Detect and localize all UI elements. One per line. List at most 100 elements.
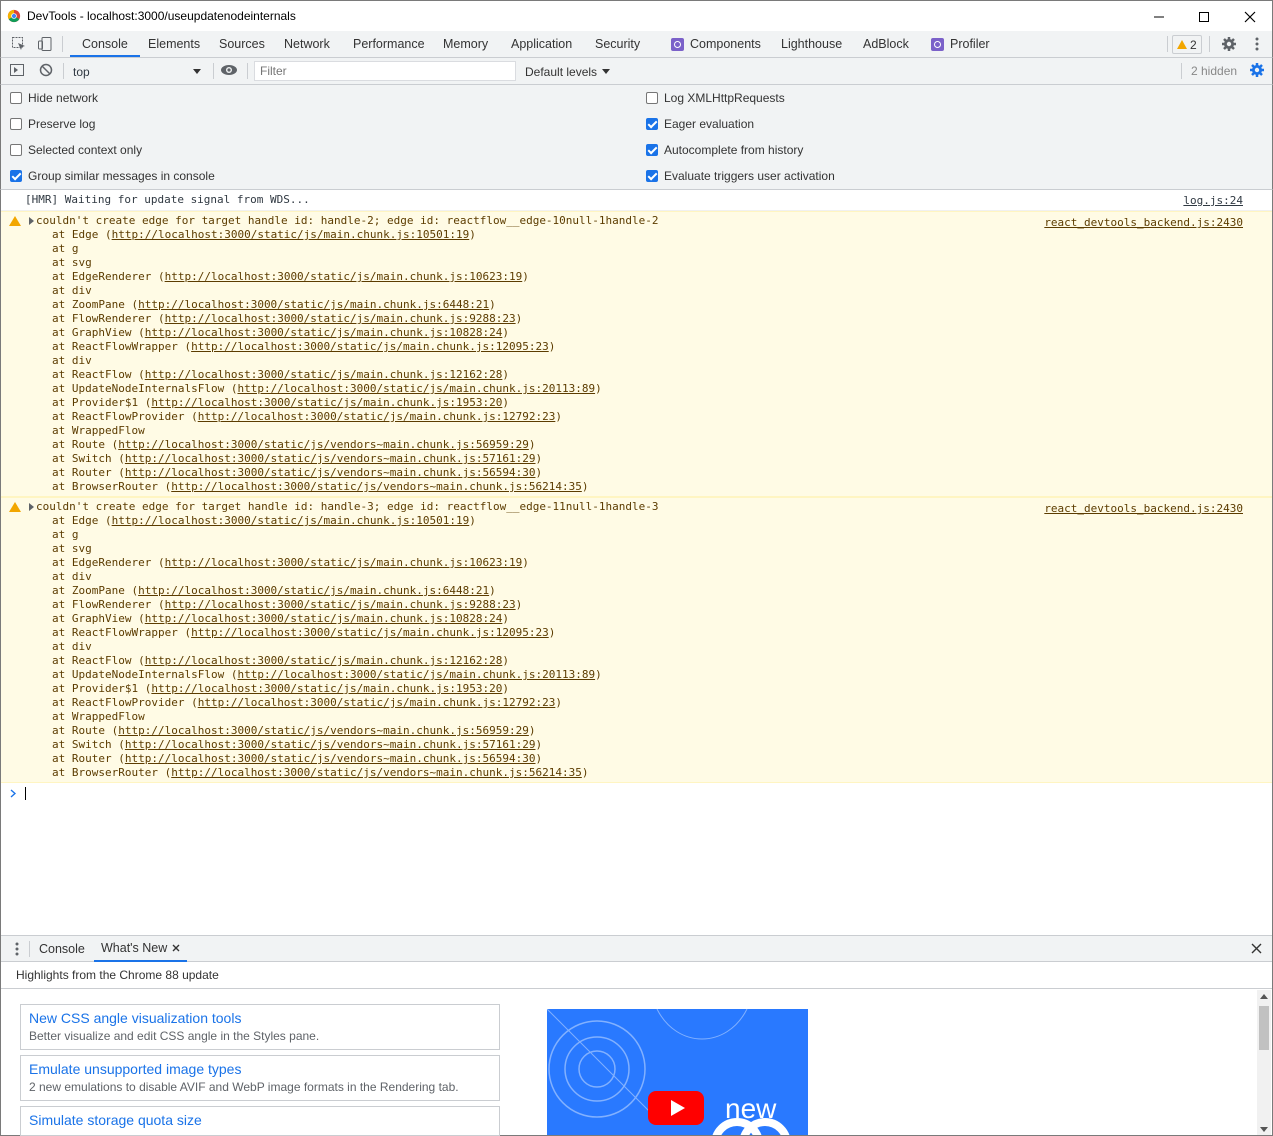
stack-frame-link[interactable]: http://localhost:3000/static/js/main.chu… <box>165 556 523 569</box>
paren: ( <box>111 738 125 751</box>
eye-icon <box>221 65 237 75</box>
autocomplete-history-checkbox[interactable]: Autocomplete from history <box>646 143 803 157</box>
play-button[interactable] <box>648 1091 704 1125</box>
scrollbar-thumb[interactable] <box>1259 1006 1269 1050</box>
stack-frame-link[interactable]: http://localhost:3000/static/js/main.chu… <box>145 368 503 381</box>
stack-frame-link[interactable]: http://localhost:3000/static/js/vendors~… <box>171 766 582 779</box>
stack-frame-link[interactable]: http://localhost:3000/static/js/vendors~… <box>125 752 536 765</box>
log-levels-dropdown[interactable]: Default levels <box>525 62 611 81</box>
stack-frame-link[interactable]: http://localhost:3000/static/js/vendors~… <box>171 480 582 493</box>
expand-triangle-icon[interactable] <box>29 503 34 511</box>
stack-frame-link[interactable]: http://localhost:3000/static/js/main.chu… <box>237 668 595 681</box>
settings-button[interactable] <box>1219 35 1239 53</box>
close-tab-icon[interactable] <box>172 944 180 952</box>
stack-frame-link[interactable]: http://localhost:3000/static/js/main.chu… <box>145 612 503 625</box>
tab-elements[interactable]: Elements <box>148 31 200 57</box>
drawer-tab-console[interactable]: Console <box>39 936 85 962</box>
message-source-link[interactable]: log.js:24 <box>1183 194 1243 207</box>
checkbox-box[interactable] <box>10 144 22 156</box>
tab-console[interactable]: Console <box>70 31 140 57</box>
stack-frame-link[interactable]: http://localhost:3000/static/js/vendors~… <box>125 738 536 751</box>
inspect-element-button[interactable] <box>9 35 29 53</box>
stack-frame-link[interactable]: http://localhost:3000/static/js/main.chu… <box>145 654 503 667</box>
eager-evaluation-checkbox[interactable]: Eager evaluation <box>646 117 754 131</box>
tab-lighthouse[interactable]: Lighthouse <box>781 31 842 57</box>
live-expression-button[interactable] <box>219 61 239 79</box>
whats-new-card[interactable]: New CSS angle visualization tools Better… <box>20 1004 500 1050</box>
checkbox-box[interactable] <box>10 92 22 104</box>
paren: ( <box>131 368 145 381</box>
checkbox-box[interactable] <box>646 92 658 104</box>
stack-frame-prefix: at <box>52 424 72 437</box>
scroll-up-arrow[interactable] <box>1257 990 1271 1002</box>
drawer-tab-whats-new[interactable]: What's New <box>94 936 188 962</box>
stack-frame-link[interactable]: http://localhost:3000/static/js/main.chu… <box>237 382 595 395</box>
tab-components[interactable]: Components <box>671 31 761 57</box>
checkbox-box[interactable] <box>10 118 22 130</box>
paren: ) <box>555 696 562 709</box>
evaluate-triggers-checkbox[interactable]: Evaluate triggers user activation <box>646 169 835 183</box>
checkbox-box-checked[interactable] <box>646 170 658 182</box>
drawer-menu-button[interactable] <box>15 942 19 959</box>
checkbox-box-checked[interactable] <box>10 170 22 182</box>
selected-context-only-checkbox[interactable]: Selected context only <box>10 143 142 157</box>
message-source-link[interactable]: react_devtools_backend.js:2430 <box>1044 502 1243 515</box>
stack-frame-link[interactable]: http://localhost:3000/static/js/main.chu… <box>198 410 556 423</box>
drawer-scrollbar[interactable] <box>1257 990 1271 1135</box>
close-window-button[interactable] <box>1227 1 1273 32</box>
stack-frame-link[interactable]: http://localhost:3000/static/js/main.chu… <box>191 626 549 639</box>
hide-network-checkbox[interactable]: Hide network <box>10 91 98 105</box>
stack-frame-link[interactable]: http://localhost:3000/static/js/main.chu… <box>165 598 516 611</box>
preserve-log-checkbox[interactable]: Preserve log <box>10 117 95 131</box>
warnings-counter-button[interactable]: 2 <box>1172 35 1202 54</box>
context-selector[interactable]: top <box>67 62 207 81</box>
stack-frame-function: EdgeRenderer <box>71 556 152 569</box>
scroll-down-arrow[interactable] <box>1257 1123 1271 1135</box>
tab-performance[interactable]: Performance <box>353 31 425 57</box>
tab-network[interactable]: Network <box>284 31 330 57</box>
minimize-button[interactable] <box>1136 1 1182 32</box>
checkbox-box-checked[interactable] <box>646 118 658 130</box>
stack-frame-link[interactable]: http://localhost:3000/static/js/main.chu… <box>151 682 502 695</box>
stack-frame-link[interactable]: http://localhost:3000/static/js/main.chu… <box>191 340 549 353</box>
checkbox-box-checked[interactable] <box>646 144 658 156</box>
clear-console-button[interactable] <box>36 61 56 79</box>
device-toolbar-button[interactable] <box>35 35 55 53</box>
console-settings-button[interactable] <box>1247 61 1267 79</box>
stack-frame-link[interactable]: http://localhost:3000/static/js/main.chu… <box>165 270 523 283</box>
stack-frame-link[interactable]: http://localhost:3000/static/js/vendors~… <box>118 438 529 451</box>
maximize-icon <box>1199 11 1209 22</box>
stack-frame-link[interactable]: http://localhost:3000/static/js/main.chu… <box>112 514 470 527</box>
stack-frame-link[interactable]: http://localhost:3000/static/js/vendors~… <box>118 724 529 737</box>
stack-frame-link[interactable]: http://localhost:3000/static/js/vendors~… <box>125 466 536 479</box>
show-sidebar-button[interactable] <box>7 61 27 79</box>
stack-frame-link[interactable]: http://localhost:3000/static/js/main.chu… <box>165 312 516 325</box>
stack-frame-link[interactable]: http://localhost:3000/static/js/main.chu… <box>198 696 556 709</box>
whats-new-video-thumbnail[interactable]: new <box>547 1009 808 1135</box>
close-drawer-button[interactable] <box>1251 943 1262 957</box>
stack-frame: at Router (http://localhost:3000/static/… <box>1 466 1272 480</box>
group-similar-checkbox[interactable]: Group similar messages in console <box>10 169 215 183</box>
tab-sources[interactable]: Sources <box>219 31 265 57</box>
tab-security[interactable]: Security <box>595 31 640 57</box>
expand-triangle-icon[interactable] <box>29 217 34 225</box>
checkbox-label: Eager evaluation <box>664 117 755 131</box>
maximize-button[interactable] <box>1181 1 1227 32</box>
filter-input[interactable] <box>254 61 516 81</box>
stack-frame-link[interactable]: http://localhost:3000/static/js/main.chu… <box>138 298 489 311</box>
whats-new-card[interactable]: Simulate storage quota size <box>20 1106 500 1136</box>
stack-frame-link[interactable]: http://localhost:3000/static/js/main.chu… <box>138 584 489 597</box>
message-source-link[interactable]: react_devtools_backend.js:2430 <box>1044 216 1243 229</box>
console-prompt[interactable] <box>1 783 1272 803</box>
tab-adblock[interactable]: AdBlock <box>863 31 909 57</box>
tab-memory[interactable]: Memory <box>443 31 488 57</box>
stack-frame-link[interactable]: http://localhost:3000/static/js/main.chu… <box>145 326 503 339</box>
more-options-button[interactable] <box>1247 35 1267 53</box>
log-xmlhttprequests-checkbox[interactable]: Log XMLHttpRequests <box>646 91 785 105</box>
stack-frame-link[interactable]: http://localhost:3000/static/js/main.chu… <box>151 396 502 409</box>
tab-profiler[interactable]: Profiler <box>931 31 990 57</box>
tab-application[interactable]: Application <box>511 31 572 57</box>
stack-frame-link[interactable]: http://localhost:3000/static/js/vendors~… <box>125 452 536 465</box>
stack-frame-link[interactable]: http://localhost:3000/static/js/main.chu… <box>112 228 470 241</box>
whats-new-card[interactable]: Emulate unsupported image types 2 new em… <box>20 1055 500 1101</box>
